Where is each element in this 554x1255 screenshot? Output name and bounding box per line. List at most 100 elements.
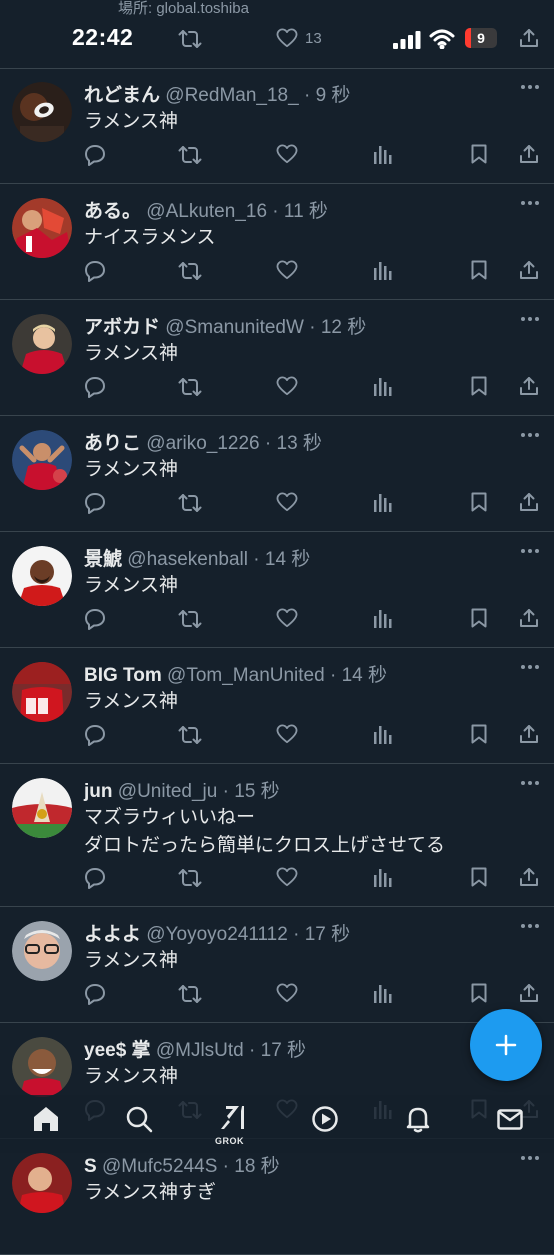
more-options-icon[interactable]	[520, 923, 540, 929]
more-options-icon[interactable]	[520, 84, 540, 90]
reply-icon[interactable]	[84, 867, 106, 889]
bookmark-icon[interactable]	[471, 492, 487, 512]
timestamp[interactable]: 11 秒	[284, 201, 328, 222]
timestamp[interactable]: 9 秒	[316, 85, 351, 106]
share-icon[interactable]	[519, 376, 539, 396]
like-icon[interactable]	[276, 260, 298, 280]
display-name[interactable]: ある。	[84, 201, 141, 222]
retweet-icon[interactable]	[178, 260, 202, 282]
notifications-icon[interactable]	[404, 1105, 432, 1133]
avatar[interactable]	[12, 921, 72, 981]
reply-icon[interactable]	[84, 724, 106, 746]
more-options-icon[interactable]	[520, 780, 540, 786]
reply-icon[interactable]	[84, 492, 106, 514]
handle[interactable]: @hasekenball	[127, 549, 248, 570]
more-options-icon[interactable]	[520, 200, 540, 206]
bookmark-icon[interactable]	[471, 983, 487, 1003]
handle[interactable]: @SmanunitedW	[165, 317, 304, 338]
views-icon[interactable]	[374, 260, 392, 280]
bookmark-icon[interactable]	[471, 608, 487, 628]
share-icon[interactable]	[519, 260, 539, 280]
tweet[interactable]: アボカド @SmanunitedW · 12 秒 ラメンス神	[0, 300, 554, 416]
like-icon[interactable]	[276, 376, 298, 396]
more-options-icon[interactable]	[520, 1155, 540, 1161]
display-name[interactable]: S	[84, 1156, 97, 1177]
bookmark-icon[interactable]	[471, 376, 487, 396]
display-name[interactable]: yee$ 掌	[84, 1040, 151, 1061]
views-icon[interactable]	[374, 492, 392, 512]
timestamp[interactable]: 12 秒	[321, 317, 366, 338]
retweet-icon[interactable]	[178, 492, 202, 514]
handle[interactable]: @United_ju	[118, 781, 218, 802]
display-name[interactable]: よよよ	[84, 924, 141, 945]
display-name[interactable]: ありこ	[84, 433, 141, 454]
reply-icon[interactable]	[84, 260, 106, 282]
compose-tweet-button[interactable]	[470, 1009, 542, 1081]
display-name[interactable]: れどまん	[84, 85, 160, 106]
bookmark-icon[interactable]	[471, 867, 487, 887]
timestamp[interactable]: 13 秒	[277, 433, 322, 454]
bookmark-icon[interactable]	[471, 260, 487, 280]
share-icon[interactable]	[519, 492, 539, 512]
avatar[interactable]	[12, 82, 72, 142]
timestamp[interactable]: 15 秒	[234, 781, 279, 802]
reply-icon[interactable]	[84, 376, 106, 398]
display-name[interactable]: jun	[84, 781, 113, 802]
like-icon[interactable]	[276, 983, 298, 1003]
messages-icon[interactable]	[496, 1105, 524, 1133]
like-icon[interactable]	[276, 724, 298, 744]
avatar[interactable]	[12, 198, 72, 258]
display-name[interactable]: アボカド	[84, 317, 160, 338]
tweet[interactable]: jun @United_ju · 15 秒 マズラウィいいねー ダロトだったら簡…	[0, 764, 554, 907]
tweet[interactable]: 景鯱 @hasekenball · 14 秒 ラメンス神	[0, 532, 554, 648]
retweet-icon[interactable]	[178, 724, 202, 746]
handle[interactable]: @Tom_ManUnited	[167, 665, 325, 686]
search-icon[interactable]	[125, 1105, 153, 1133]
tweet[interactable]: S @Mufc5244S · 18 秒 ラメンス神すぎ	[0, 1139, 554, 1255]
timestamp[interactable]: 17 秒	[261, 1040, 306, 1061]
views-icon[interactable]	[374, 376, 392, 396]
views-icon[interactable]	[374, 144, 392, 164]
retweet-icon[interactable]	[178, 144, 202, 166]
share-icon[interactable]	[519, 983, 539, 1003]
tweet[interactable]: ありこ @ariko_1226 · 13 秒 ラメンス神	[0, 416, 554, 532]
retweet-icon[interactable]	[178, 983, 202, 1005]
avatar[interactable]	[12, 662, 72, 722]
avatar[interactable]	[12, 430, 72, 490]
avatar[interactable]	[12, 1037, 72, 1097]
retweet-icon[interactable]	[178, 376, 202, 398]
avatar[interactable]	[12, 546, 72, 606]
handle[interactable]: @ariko_1226	[146, 433, 259, 454]
share-icon[interactable]	[519, 724, 539, 744]
reply-icon[interactable]	[84, 983, 106, 1005]
timeline-feed[interactable]: れどまん @RedMan_18_ · 9 秒 ラメンス神 ある。 @ALkute…	[0, 68, 554, 1255]
home-icon[interactable]	[32, 1105, 60, 1133]
display-name[interactable]: 景鯱	[84, 549, 122, 570]
like-icon[interactable]	[276, 144, 298, 164]
timestamp[interactable]: 14 秒	[265, 549, 310, 570]
timestamp[interactable]: 14 秒	[342, 665, 387, 686]
reply-icon[interactable]	[84, 144, 106, 166]
handle[interactable]: @Mufc5244S	[102, 1156, 217, 1177]
retweet-icon[interactable]	[178, 608, 202, 630]
tweet[interactable]: よよよ @Yoyoyo241112 · 17 秒 ラメンス神	[0, 907, 554, 1023]
share-icon[interactable]	[519, 867, 539, 887]
avatar[interactable]	[12, 1153, 72, 1213]
share-icon[interactable]	[519, 144, 539, 164]
like-icon[interactable]	[276, 492, 298, 512]
avatar[interactable]	[12, 314, 72, 374]
share-icon[interactable]	[519, 608, 539, 628]
like-icon[interactable]	[276, 867, 298, 887]
handle[interactable]: @Yoyoyo241112	[146, 924, 288, 945]
bookmark-icon[interactable]	[471, 144, 487, 164]
views-icon[interactable]	[374, 608, 392, 628]
tweet[interactable]: れどまん @RedMan_18_ · 9 秒 ラメンス神	[0, 68, 554, 184]
like-icon[interactable]	[276, 608, 298, 628]
grok-icon[interactable]	[218, 1103, 246, 1131]
more-options-icon[interactable]	[520, 548, 540, 554]
handle[interactable]: @RedMan_18_	[165, 85, 298, 106]
more-options-icon[interactable]	[520, 432, 540, 438]
reply-icon[interactable]	[84, 608, 106, 630]
handle[interactable]: @MJlsUtd	[156, 1040, 244, 1061]
display-name[interactable]: BIG Tom	[84, 665, 162, 686]
